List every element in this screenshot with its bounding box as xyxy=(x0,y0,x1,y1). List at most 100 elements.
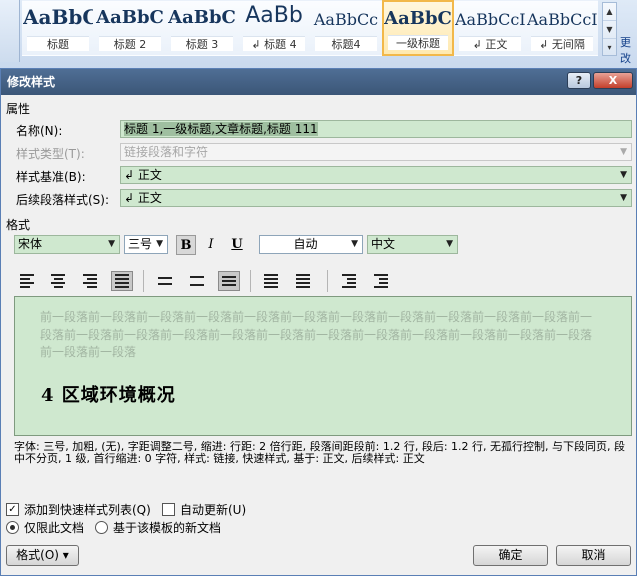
properties-section-label: 属性 xyxy=(6,102,31,116)
dropdown-arrow-icon: ▼ xyxy=(620,193,627,203)
gallery-down-icon[interactable]: ▼ xyxy=(603,21,616,39)
style-tile-level1-heading[interactable]: AaBbC 一级标题 xyxy=(382,0,454,56)
next-style-select[interactable]: ↲ 正文 ▼ xyxy=(120,189,632,207)
font-value: 宋体 xyxy=(18,237,43,251)
add-to-quick-styles-label: 添加到快速样式列表(Q) xyxy=(24,503,151,517)
style-sample: AaBbCcI xyxy=(527,10,597,29)
font-select[interactable]: 宋体 ▼ xyxy=(14,235,120,254)
align-left-icon[interactable] xyxy=(16,271,38,291)
gallery-up-icon[interactable]: ▲ xyxy=(603,3,616,21)
based-on-select[interactable]: ↲ 正文 ▼ xyxy=(120,166,632,184)
next-style-value: ↲ 正文 xyxy=(124,191,162,205)
next-style-label: 后续段落样式(S): xyxy=(16,193,110,207)
preview-previous-paragraph: 前一段落前一段落前一段落前一段落前一段落前一段落前一段落前一段落前一段落前一段落… xyxy=(40,310,593,359)
radio-icon[interactable] xyxy=(95,521,108,534)
style-name: 标题 3 xyxy=(171,36,233,51)
script-select[interactable]: 中文 ▼ xyxy=(367,235,458,254)
style-name: 标题4 xyxy=(315,36,377,51)
space-before-decrease-icon[interactable] xyxy=(292,271,314,291)
space-before-increase-icon[interactable] xyxy=(260,271,282,291)
style-sample: AaBbC xyxy=(384,8,452,29)
format-section-label: 格式 xyxy=(6,218,31,232)
styles-gallery: AaBbC 标题 AaBbC 标题 2 AaBbC 标题 3 AaBb ↲ 标题… xyxy=(22,0,602,58)
name-field[interactable]: 标题 1,一级标题,文章标题,标题 111 xyxy=(120,120,632,138)
font-color-select[interactable]: 自动 ▼ xyxy=(259,235,363,254)
close-button[interactable]: X xyxy=(593,72,633,89)
name-label: 名称(N): xyxy=(16,124,63,138)
style-sample: AaBbC xyxy=(168,7,236,28)
checkbox-checked-icon[interactable]: ✓ xyxy=(6,503,19,516)
ok-button[interactable]: 确定 xyxy=(473,545,548,566)
name-value: 标题 1,一级标题,文章标题,标题 111 xyxy=(124,122,318,136)
style-type-select: 链接段落和字符 ▼ xyxy=(120,143,632,161)
style-tile-heading-2[interactable]: AaBbC 标题 2 xyxy=(94,0,166,56)
auto-update-label: 自动更新(U) xyxy=(180,503,247,517)
style-sample: AaBbC xyxy=(96,7,164,28)
auto-update[interactable]: 自动更新(U) xyxy=(162,501,246,518)
style-name: 标题 xyxy=(27,36,89,51)
style-name: ↲ 无间隔 xyxy=(531,36,593,51)
double-spacing-icon[interactable] xyxy=(218,271,240,291)
style-name: 标题 2 xyxy=(99,36,161,51)
dropdown-arrow-icon: ▼ xyxy=(351,239,358,249)
style-type-value: 链接段落和字符 xyxy=(124,145,209,159)
based-on-label: 样式基准(B): xyxy=(16,170,86,184)
style-name: ↲ 标题 4 xyxy=(243,36,305,51)
style-tile-heading-3[interactable]: AaBbC 标题 3 xyxy=(166,0,238,56)
toolbar-separator xyxy=(250,270,251,292)
new-documents-template[interactable]: 基于该模板的新文档 xyxy=(95,519,221,536)
dropdown-arrow-icon: ▼ xyxy=(620,170,627,180)
style-name: ↲ 正文 xyxy=(459,36,521,51)
decrease-indent-icon[interactable] xyxy=(338,271,360,291)
align-center-icon[interactable] xyxy=(47,271,69,291)
size-value: 三号 xyxy=(128,237,153,251)
style-tile-heading4-custom[interactable]: AaBbCc 标题4 xyxy=(310,0,382,56)
cancel-button[interactable]: 取消 xyxy=(556,545,631,566)
gallery-expand-icon[interactable]: ▾ xyxy=(603,39,616,57)
italic-button[interactable]: I xyxy=(201,235,221,255)
dropdown-arrow-icon: ▼ xyxy=(156,239,163,249)
style-type-label: 样式类型(T): xyxy=(16,147,85,161)
ribbon-styles-area: AaBbC 标题 AaBbC 标题 2 AaBbC 标题 3 AaBb ↲ 标题… xyxy=(0,0,637,68)
help-button[interactable]: ? xyxy=(567,72,591,89)
checkbox-icon[interactable] xyxy=(162,503,175,516)
only-this-document-label: 仅限此文档 xyxy=(24,521,85,535)
style-tile-heading-4[interactable]: AaBb ↲ 标题 4 xyxy=(238,0,310,56)
bold-button[interactable]: B xyxy=(176,235,196,255)
change-styles-label[interactable]: 更改 xyxy=(620,34,637,66)
new-documents-template-label: 基于该模板的新文档 xyxy=(113,521,222,535)
increase-indent-icon[interactable] xyxy=(370,271,392,291)
add-to-quick-styles[interactable]: ✓ 添加到快速样式列表(Q) xyxy=(6,501,151,518)
ribbon-left-edge xyxy=(0,0,20,62)
script-value: 中文 xyxy=(371,237,396,251)
dialog-title: 修改样式 xyxy=(7,75,56,89)
gallery-scroll: ▲ ▼ ▾ xyxy=(602,2,617,56)
style-sample: AaBbC xyxy=(23,5,93,29)
style-tile-title[interactable]: AaBbC 标题 xyxy=(22,0,94,56)
dialog-titlebar: 修改样式 ? X xyxy=(1,69,636,95)
toolbar-separator xyxy=(327,270,328,292)
underline-button[interactable]: U xyxy=(227,235,247,255)
dropdown-arrow-icon: ▼ xyxy=(108,239,115,249)
align-right-icon[interactable] xyxy=(79,271,101,291)
font-color-value: 自动 xyxy=(293,237,318,251)
justify-icon[interactable] xyxy=(111,271,133,291)
toolbar-separator xyxy=(143,270,144,292)
radio-selected-icon[interactable] xyxy=(6,521,19,534)
style-tile-normal[interactable]: AaBbCcI ↲ 正文 xyxy=(454,0,526,56)
style-tile-no-spacing[interactable]: AaBbCcI ↲ 无间隔 xyxy=(526,0,598,56)
style-sample: AaBbCcI xyxy=(455,10,525,29)
style-preview: 前一段落前一段落前一段落前一段落前一段落前一段落前一段落前一段落前一段落前一段落… xyxy=(14,296,632,436)
single-spacing-icon[interactable] xyxy=(154,271,176,291)
format-menu-button[interactable]: 格式(O) ▾ xyxy=(6,545,79,566)
style-sample: AaBb xyxy=(245,3,303,28)
dropdown-arrow-icon: ▼ xyxy=(620,147,627,157)
only-this-document[interactable]: 仅限此文档 xyxy=(6,519,84,536)
style-name: 一级标题 xyxy=(388,35,448,50)
preview-heading: 4 区域环境概况 xyxy=(41,385,176,406)
style-sample: AaBbCc xyxy=(313,10,379,29)
dropdown-arrow-icon: ▼ xyxy=(446,239,453,249)
style-description: 字体: 三号, 加粗, (无), 字距调整二号, 缩进: 行距: 2 倍行距, … xyxy=(14,441,626,465)
one-half-spacing-icon[interactable] xyxy=(186,271,208,291)
size-select[interactable]: 三号 ▼ xyxy=(124,235,168,254)
